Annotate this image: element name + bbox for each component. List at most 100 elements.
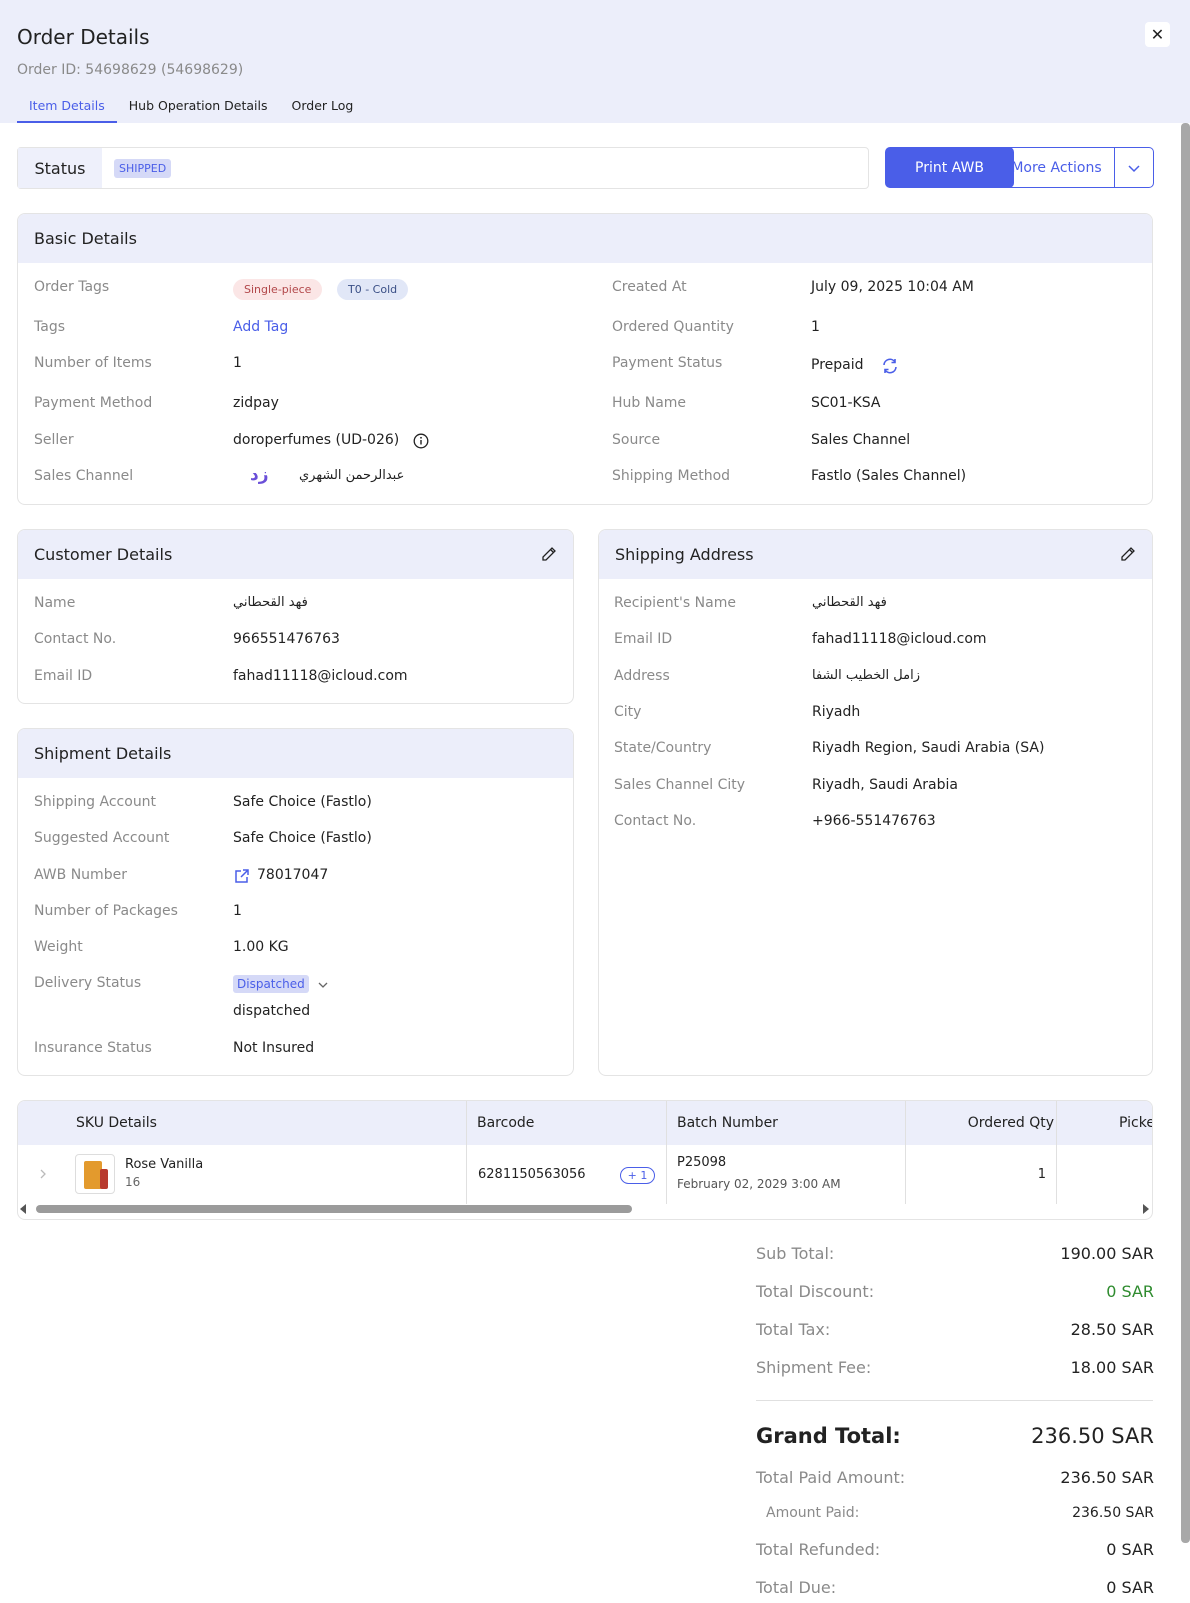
seller-label: Seller [34,432,74,448]
awb-number-value[interactable]: 78017047 [257,867,328,883]
barcode-value: 6281150563056 [478,1167,586,1182]
weight-label: Weight [34,939,83,955]
sales-channel-label: Sales Channel [34,468,134,484]
insurance-status-value: Not Insured [233,1040,315,1056]
shipping-method-label: Shipping Method [612,468,731,484]
recipient-name-value: فهد القحطاني [812,595,887,610]
status-bar: Status SHIPPED [17,147,869,189]
vertical-scrollbar[interactable] [1181,123,1190,1543]
number-of-packages-label: Number of Packages [34,903,178,919]
th-batch-number: Batch Number [677,1115,778,1131]
th-sku-details: SKU Details [76,1115,157,1131]
shipment-details-card: Shipment Details [17,728,574,1076]
hub-name-label: Hub Name [612,395,687,411]
info-icon[interactable] [413,433,429,453]
th-picked: Picke [1119,1115,1153,1131]
expand-row-chevron-icon[interactable] [38,1168,48,1184]
page-title: Order Details [17,25,150,49]
shipping-contact-value: +966-551476763 [812,813,936,829]
tab-order-log[interactable]: Order Log [280,96,366,123]
customer-name-label: Name [34,595,76,611]
total-discount-label: Total Discount: [756,1282,875,1301]
sub-total-label: Sub Total: [756,1244,835,1263]
barcode-more-pill[interactable]: + 1 [620,1167,655,1184]
total-refunded-label: Total Refunded: [756,1540,881,1559]
scrollbar-thumb[interactable] [36,1205,632,1213]
refresh-icon[interactable] [881,357,899,379]
shipping-contact-label: Contact No. [614,813,697,829]
modal-header: Order Details Order ID: 54698629 (546986… [0,0,1190,123]
seller-value: doroperfumes (UD-026) [233,432,400,448]
ordered-quantity-value: 1 [811,319,820,335]
tag-single-piece: Single-piece [233,279,323,300]
close-button[interactable]: ✕ [1145,22,1170,47]
th-ordered-qty: Ordered Qty [967,1115,1054,1131]
ordered-quantity-label: Ordered Quantity [612,319,734,335]
amount-paid-label: Amount Paid: [766,1505,860,1521]
total-refunded-value: 0 SAR [1106,1540,1154,1559]
total-due-label: Total Due: [756,1578,837,1597]
product-thumbnail [75,1154,115,1194]
edit-shipping-icon[interactable] [1120,546,1136,566]
print-awb-button[interactable]: Print AWB [885,147,1014,188]
grand-total-label: Grand Total: [756,1424,901,1448]
total-paid-label: Total Paid Amount: [756,1468,906,1487]
scroll-left-icon[interactable] [20,1204,26,1214]
city-label: City [614,704,642,720]
tab-hub-operation-details[interactable]: Hub Operation Details [117,96,280,123]
customer-email-label: Email ID [34,668,93,684]
shipping-account-label: Shipping Account [34,794,157,810]
external-link-icon[interactable] [233,868,250,889]
suggested-account-label: Suggested Account [34,830,170,846]
tag-cold: T0 - Cold [337,279,409,300]
ordered-qty-value: 1 [1037,1167,1046,1182]
source-value: Sales Channel [811,432,911,448]
shipping-address-card: Shipping Address [598,529,1153,1076]
customer-details-title: Customer Details [34,545,173,564]
shipment-details-title: Shipment Details [18,729,573,778]
batch-date-value: February 02, 2029 3:00 AM [677,1177,841,1191]
recipient-name-label: Recipient's Name [614,595,736,611]
order-id: Order ID: 54698629 (54698629) [17,62,244,78]
horizontal-scrollbar[interactable] [17,1201,1153,1215]
delivery-chevron-down-icon[interactable] [317,979,329,995]
shipping-email-value: fahad11118@icloud.com [812,631,987,647]
customer-name-value: فهد القحطاني [233,595,308,610]
basic-details-card: Basic Details [17,213,1153,505]
awb-number-label: AWB Number [34,867,127,883]
sku-code: 16 [125,1175,141,1189]
add-tag-link[interactable]: Add Tag [233,319,288,335]
state-country-label: State/Country [614,740,712,756]
tab-bar: Item Details Hub Operation Details Order… [17,96,365,123]
chevron-down-icon[interactable] [1115,148,1153,187]
more-actions-button[interactable]: More Actions [999,148,1115,187]
address-value: زامل الخطيب الشفا [812,668,920,683]
state-country-value: Riyadh Region, Saudi Arabia (SA) [812,740,1045,756]
tab-item-details[interactable]: Item Details [17,96,117,123]
shipping-account-value: Safe Choice (Fastlo) [233,794,372,810]
scroll-right-icon[interactable] [1143,1204,1149,1214]
delivery-status-badge[interactable]: Dispatched [233,975,309,993]
shipping-address-title: Shipping Address [615,545,754,564]
source-label: Source [612,432,661,448]
shipment-fee-label: Shipment Fee: [756,1358,872,1377]
total-discount-value: 0 SAR [1106,1282,1154,1301]
more-actions-dropdown[interactable]: More Actions [998,147,1154,188]
sub-total-value: 190.00 SAR [1060,1244,1154,1263]
hub-name-value: SC01-KSA [811,395,881,411]
summary-divider [756,1400,1153,1401]
close-icon: ✕ [1150,25,1165,44]
insurance-status-label: Insurance Status [34,1040,152,1056]
sales-channel-city-label: Sales Channel City [614,777,746,793]
payment-method-label: Payment Method [34,395,153,411]
shipment-fee-value: 18.00 SAR [1070,1358,1154,1377]
number-of-packages-value: 1 [233,903,242,919]
total-tax-value: 28.50 SAR [1070,1320,1154,1339]
sku-name-link[interactable]: Rose Vanilla [125,1157,203,1172]
created-at-value: July 09, 2025 10:04 AM [811,279,974,295]
edit-customer-icon[interactable] [541,546,557,566]
batch-number-value: P25098 [677,1155,727,1170]
customer-contact-value: 966551476763 [233,631,340,647]
th-barcode: Barcode [477,1115,535,1131]
payment-status-label: Payment Status [612,355,723,371]
